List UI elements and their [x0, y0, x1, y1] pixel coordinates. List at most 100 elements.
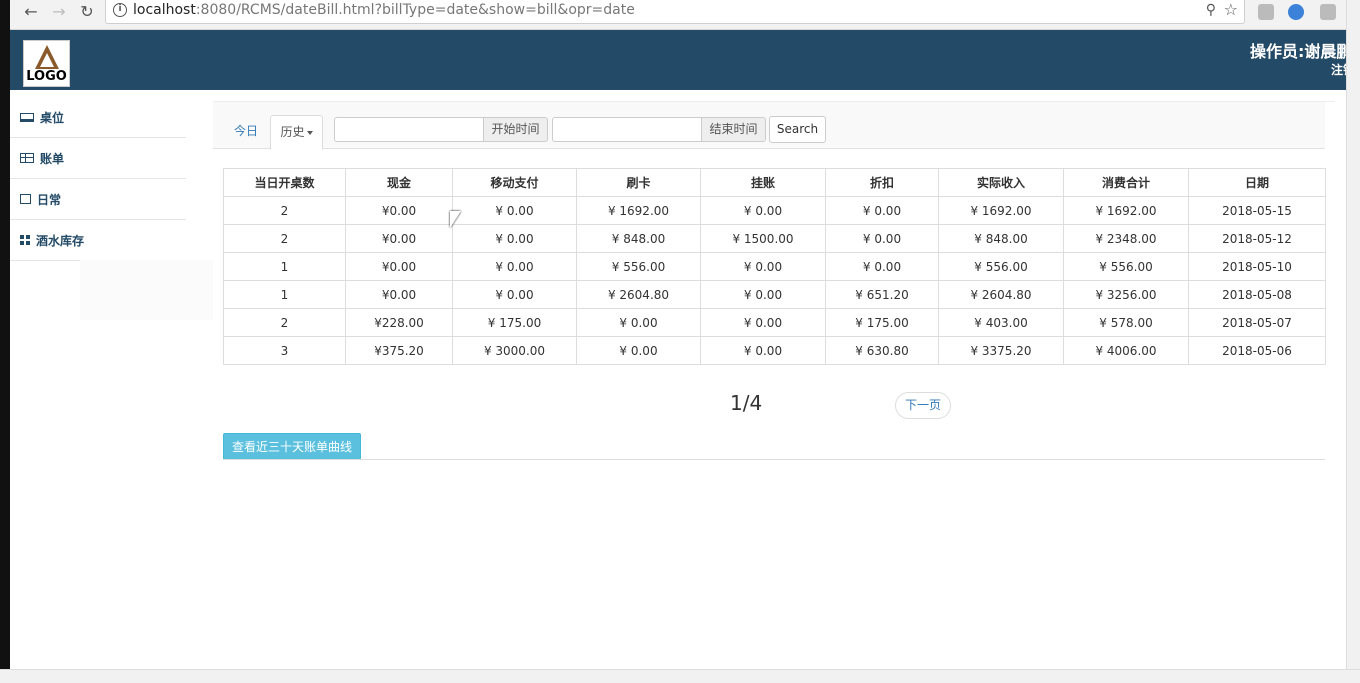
logo-triangle-inner — [40, 53, 54, 67]
extension-icon[interactable] — [1258, 4, 1274, 20]
start-date-addon: 开始时间 — [483, 117, 548, 142]
table-cell: 2018-05-07 — [1188, 308, 1326, 337]
address-bar[interactable]: i localhost:8080/RCMS/dateBill.html?bill… — [105, 0, 1245, 24]
table-cell: ¥ 403.00 — [938, 308, 1064, 337]
table-cell: 2018-05-08 — [1188, 280, 1326, 309]
table-cell: ¥ 0.00 — [700, 280, 826, 309]
logout-link[interactable]: 注销 — [1331, 61, 1346, 78]
mouse-cursor-icon — [450, 211, 461, 228]
caret-down-icon — [306, 130, 313, 135]
table-cell: ¥ 2604.80 — [938, 280, 1064, 309]
divider — [223, 459, 1325, 460]
sidebar: 桌位 账单 日常 酒水库存 — [10, 97, 186, 261]
table-cell: 3 — [223, 336, 346, 365]
search-button[interactable]: Search — [769, 116, 826, 143]
table-cell: ¥ 0.00 — [452, 252, 577, 281]
column-header: 挂账 — [700, 168, 826, 197]
tab-history[interactable]: 历史 — [270, 115, 323, 150]
extension-icon[interactable] — [1320, 4, 1336, 20]
column-header: 移动支付 — [452, 168, 577, 197]
table-cell: ¥ 0.00 — [452, 224, 577, 253]
view-30-day-curve-button[interactable]: 查看近三十天账单曲线 — [223, 433, 361, 460]
table-cell: ¥ 1692.00 — [938, 196, 1064, 225]
tab-history-label: 历史 — [280, 125, 305, 139]
main-content: 今日 历史 开始时间 结束时间 Search 当日开桌数 现金 移动支付 刷卡 挂账 折扣… — [213, 101, 1335, 461]
logo: LOGO — [23, 40, 70, 87]
url-host: localhost — [133, 2, 196, 18]
sidebar-item-daily[interactable]: 日常 — [10, 179, 186, 220]
table-cell: ¥ 1692.00 — [576, 196, 701, 225]
table-row: 1 ¥0.00 ¥ 0.00 ¥ 2604.80 ¥ 0.00 ¥ 651.20 ¥ 260… — [223, 280, 1326, 309]
table-cell: 1 — [223, 280, 346, 309]
table-icon — [20, 153, 34, 163]
column-header: 消费合计 — [1063, 168, 1189, 197]
table-cell: ¥ 848.00 — [576, 224, 701, 253]
table-cell: ¥0.00 — [345, 280, 453, 309]
tab-today[interactable]: 今日 — [224, 114, 268, 148]
table-cell: 2018-05-15 — [1188, 196, 1326, 225]
info-icon[interactable]: i — [113, 3, 127, 17]
url-path: :8080/RCMS/dateBill.html?billType=date&s… — [195, 2, 635, 18]
table-cell: ¥ 1692.00 — [1063, 196, 1189, 225]
desktop-icon — [20, 112, 34, 122]
table-cell: ¥ 0.00 — [576, 308, 701, 337]
window-frame-right — [1346, 0, 1360, 683]
table-cell: ¥ 3256.00 — [1063, 280, 1189, 309]
table-cell: ¥ 175.00 — [825, 308, 939, 337]
table-cell: ¥ 630.80 — [825, 336, 939, 365]
sidebar-item-label: 酒水库存 — [36, 233, 85, 248]
table-cell: ¥ 0.00 — [825, 196, 939, 225]
table-cell: ¥0.00 — [345, 252, 453, 281]
reload-icon[interactable]: ↻ — [76, 2, 98, 22]
bookmark-star-icon[interactable]: ☆ — [1224, 0, 1238, 19]
table-cell: ¥ 0.00 — [825, 224, 939, 253]
sidebar-item-inventory[interactable]: 酒水库存 — [10, 220, 186, 261]
bill-table: 当日开桌数 现金 移动支付 刷卡 挂账 折扣 实际收入 消费合计 日期 2 ¥0.00 ¥ 0.00… — [223, 168, 1326, 365]
table-cell: ¥ 3375.20 — [938, 336, 1064, 365]
end-date-input[interactable] — [552, 117, 701, 142]
table-cell: ¥228.00 — [345, 308, 453, 337]
table-cell: ¥ 556.00 — [938, 252, 1064, 281]
table-cell: ¥ 1500.00 — [700, 224, 826, 253]
start-date-input[interactable] — [334, 117, 483, 142]
end-date-group: 结束时间 — [552, 117, 766, 142]
table-cell: 2 — [223, 224, 346, 253]
column-header: 现金 — [345, 168, 453, 197]
edit-icon — [20, 194, 31, 204]
table-cell: 1 — [223, 252, 346, 281]
table-row: 2 ¥0.00 ¥ 0.00 ¥ 1692.00 ¥ 0.00 ¥ 0.00 ¥ 1692.… — [223, 196, 1326, 225]
back-arrow-icon[interactable]: ← — [20, 2, 42, 22]
sidebar-item-label: 桌位 — [40, 110, 65, 125]
table-cell: ¥0.00 — [345, 224, 453, 253]
table-cell: ¥ 651.20 — [825, 280, 939, 309]
filter-toolbar: 今日 历史 开始时间 结束时间 Search — [213, 102, 1325, 150]
table-cell: ¥ 556.00 — [1063, 252, 1189, 281]
table-cell: 2018-05-06 — [1188, 336, 1326, 365]
zoom-icon[interactable]: ⚲ — [1206, 2, 1216, 18]
extension-icon[interactable] — [1288, 4, 1304, 20]
table-cell: ¥ 2348.00 — [1063, 224, 1189, 253]
table-cell: ¥ 0.00 — [825, 252, 939, 281]
logo-text: LOGO — [26, 69, 67, 84]
next-page-button[interactable]: 下一页 — [895, 392, 951, 419]
page-indicator: 1/4 — [730, 391, 763, 415]
table-cell: 2018-05-10 — [1188, 252, 1326, 281]
column-header: 实际收入 — [938, 168, 1064, 197]
operator-name: 操作员:谢晨鹏 — [1250, 42, 1346, 61]
table-cell: ¥ 848.00 — [938, 224, 1064, 253]
column-header: 刷卡 — [576, 168, 701, 197]
table-cell: 2018-05-12 — [1188, 224, 1326, 253]
sidebar-item-bills[interactable]: 账单 — [10, 138, 186, 179]
sidebar-item-tables[interactable]: 桌位 — [10, 97, 186, 138]
forward-arrow-icon[interactable]: → — [48, 2, 70, 22]
table-cell: ¥ 0.00 — [700, 308, 826, 337]
sidebar-shade — [80, 260, 213, 320]
window-frame-left — [0, 0, 10, 683]
table-cell: ¥ 0.00 — [700, 196, 826, 225]
table-cell: 2 — [223, 308, 346, 337]
end-date-addon: 结束时间 — [701, 117, 766, 142]
sidebar-item-label: 账单 — [40, 151, 65, 166]
column-header: 折扣 — [825, 168, 939, 197]
table-cell: ¥ 2604.80 — [576, 280, 701, 309]
table-cell: ¥ 0.00 — [700, 252, 826, 281]
